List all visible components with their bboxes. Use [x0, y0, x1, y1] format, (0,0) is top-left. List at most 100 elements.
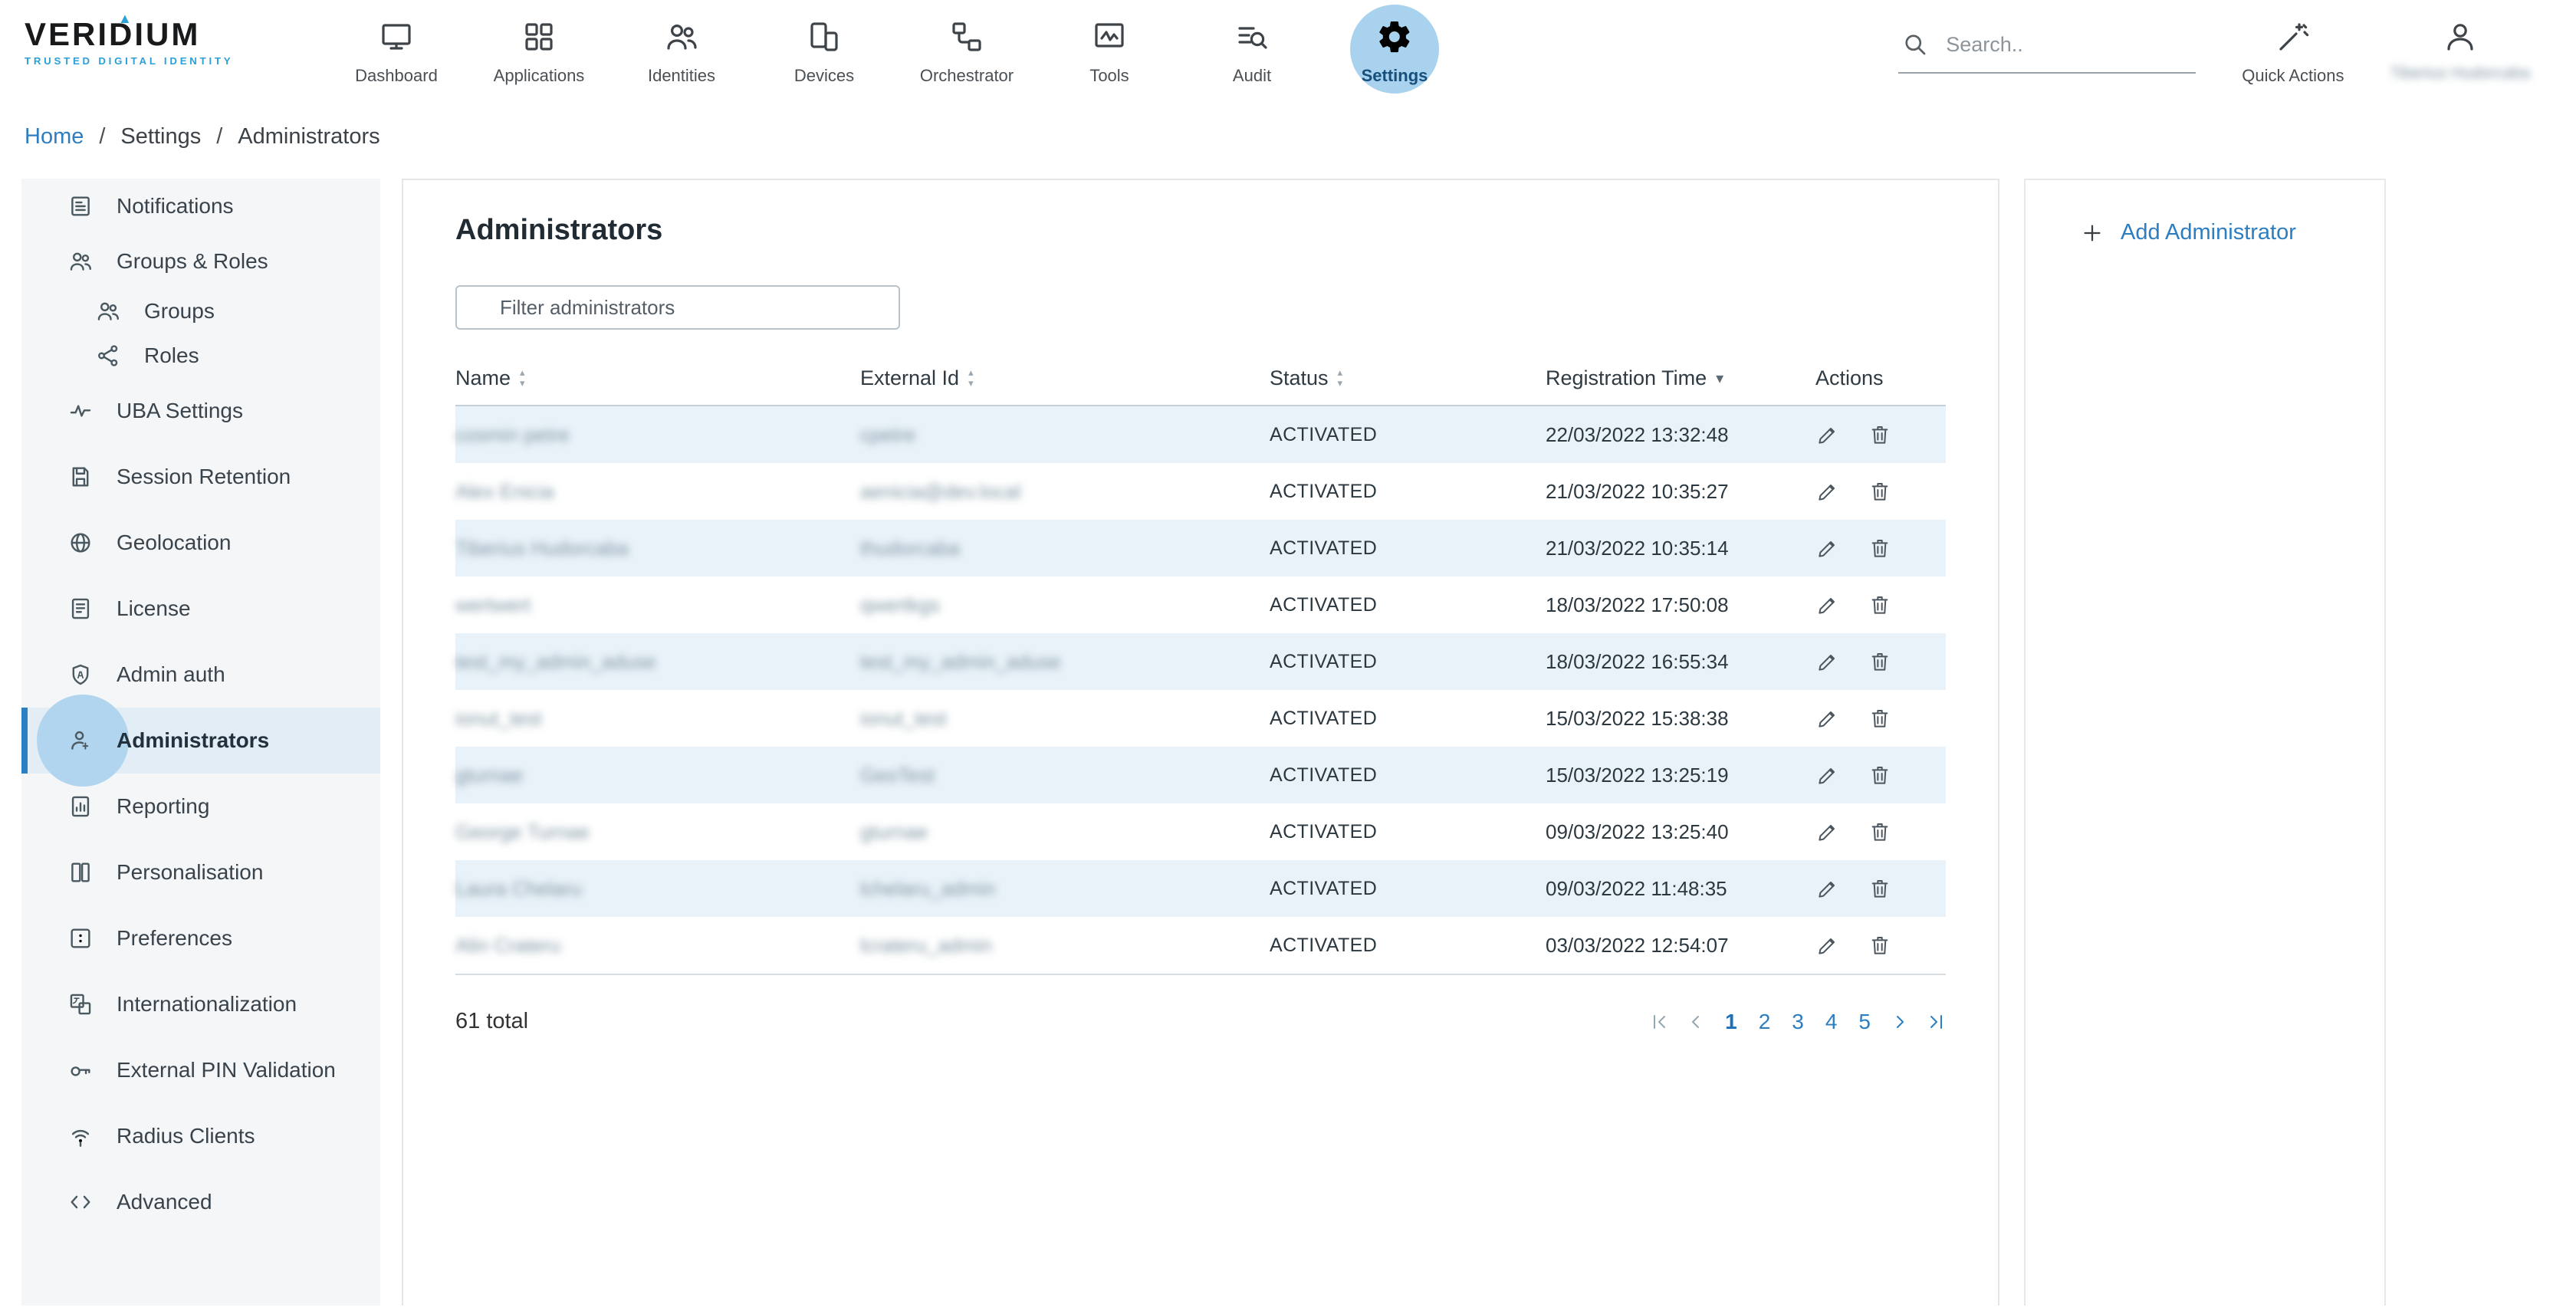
- table-row[interactable]: Tiberius Hudorcaba thudorcaba ACTIVATED …: [455, 520, 1946, 577]
- edit-button[interactable]: [1815, 593, 1840, 617]
- sidebar-item-roles[interactable]: Roles: [21, 333, 380, 378]
- quick-actions-button[interactable]: Quick Actions: [2242, 0, 2344, 86]
- internationalization-icon: [67, 991, 94, 1017]
- delete-button[interactable]: [1868, 649, 1892, 674]
- pencil-icon: [1815, 933, 1840, 958]
- edit-button[interactable]: [1815, 422, 1840, 447]
- edit-button[interactable]: [1815, 933, 1840, 958]
- license-icon: [67, 596, 94, 622]
- sidebar-item-license[interactable]: License: [21, 576, 380, 642]
- table-row[interactable]: Alex Enicia aenicia@dev.local ACTIVATED …: [455, 463, 1946, 520]
- veridium-logo[interactable]: VERIDIUM ▲ TRUSTED DIGITAL IDENTITY: [25, 18, 258, 67]
- sidebar-item-groups[interactable]: Groups: [21, 289, 380, 333]
- first-page-button[interactable]: [1650, 1013, 1668, 1031]
- sidebar-item-radius-clients[interactable]: Radius Clients: [21, 1103, 380, 1169]
- sidebar-item-geolocation[interactable]: Geolocation: [21, 510, 380, 576]
- sidebar-item-label: Reporting: [117, 794, 209, 819]
- sidebar-item-session-retention[interactable]: Session Retention: [21, 444, 380, 510]
- next-page-button[interactable]: [1891, 1013, 1909, 1031]
- sidebar-item-administrators[interactable]: Administrators: [21, 708, 380, 774]
- sidebar-item-internationalization[interactable]: Internationalization: [21, 971, 380, 1037]
- table-row[interactable]: gturnae GeoTest ACTIVATED 15/03/2022 13:…: [455, 747, 1946, 803]
- logo-text: VERIDIUM: [25, 18, 258, 51]
- dashboard-icon: [378, 18, 415, 55]
- page-number-3[interactable]: 3: [1790, 1010, 1806, 1034]
- column-header-name[interactable]: Name ▴▾: [455, 366, 860, 390]
- edit-button[interactable]: [1815, 876, 1840, 901]
- table-row[interactable]: cosmin petre cpetre ACTIVATED 22/03/2022…: [455, 406, 1946, 463]
- page-title: Administrators: [455, 214, 1946, 247]
- breadcrumb-separator: /: [99, 124, 105, 149]
- administrators-icon: [67, 728, 94, 754]
- column-header-external-id[interactable]: External Id ▴▾: [860, 366, 1270, 390]
- column-header-registration-time[interactable]: Registration Time ▾: [1546, 366, 1815, 390]
- preferences-icon: [67, 925, 94, 951]
- nav-item-dashboard[interactable]: Dashboard: [325, 0, 468, 104]
- edit-button[interactable]: [1815, 763, 1840, 787]
- nav-item-settings[interactable]: Settings: [1323, 0, 1466, 104]
- admin-name: Tiberius Hudorcaba: [455, 537, 860, 560]
- sidebar-item-groups-roles[interactable]: Groups & Roles: [21, 234, 380, 289]
- sidebar-item-uba-settings[interactable]: UBA Settings: [21, 378, 380, 444]
- edit-button[interactable]: [1815, 479, 1840, 504]
- sidebar-item-external-pin-validation[interactable]: External PIN Validation: [21, 1037, 380, 1103]
- plus-icon: [2081, 222, 2104, 245]
- nav-item-identities[interactable]: Identities: [610, 0, 753, 104]
- page-number-2[interactable]: 2: [1757, 1010, 1773, 1034]
- nav-item-tools[interactable]: Tools: [1038, 0, 1181, 104]
- user-menu[interactable]: Tiberius Hudorcaba: [2390, 0, 2530, 83]
- page-number-4[interactable]: 4: [1824, 1010, 1839, 1034]
- table-row[interactable]: George Turnae gturnae ACTIVATED 09/03/20…: [455, 803, 1946, 860]
- nav-label: Dashboard: [355, 66, 438, 86]
- trash-icon: [1868, 763, 1892, 787]
- quick-actions-label: Quick Actions: [2242, 66, 2344, 86]
- delete-button[interactable]: [1868, 593, 1892, 617]
- page-number-5[interactable]: 5: [1857, 1010, 1872, 1034]
- admin-external-id: GeoTest: [860, 764, 1270, 787]
- nav-item-applications[interactable]: Applications: [468, 0, 610, 104]
- session-retention-icon: [67, 464, 94, 490]
- nav-item-orchestrator[interactable]: Orchestrator: [895, 0, 1038, 104]
- administrators-panel: Administrators Name ▴▾ External Id ▴▾ St…: [402, 179, 1999, 1306]
- table-row[interactable]: Laura Chelaru lchelaru_admin ACTIVATED 0…: [455, 860, 1946, 917]
- nav-item-audit[interactable]: Audit: [1181, 0, 1323, 104]
- filter-administrators-input[interactable]: [455, 285, 900, 330]
- table-row[interactable]: Alin Crateru lcrateru_admin ACTIVATED 03…: [455, 917, 1946, 974]
- edit-button[interactable]: [1815, 649, 1840, 674]
- sidebar-item-notifications[interactable]: Notifications: [21, 179, 380, 234]
- table-row[interactable]: test_my_admin_aduse test_my_admin_aduse …: [455, 633, 1946, 690]
- edit-button[interactable]: [1815, 536, 1840, 560]
- page-number-1[interactable]: 1: [1723, 1010, 1739, 1034]
- delete-button[interactable]: [1868, 763, 1892, 787]
- edit-button[interactable]: [1815, 820, 1840, 844]
- table-body: cosmin petre cpetre ACTIVATED 22/03/2022…: [455, 406, 1946, 975]
- delete-button[interactable]: [1868, 876, 1892, 901]
- delete-button[interactable]: [1868, 933, 1892, 958]
- previous-page-button[interactable]: [1687, 1013, 1705, 1031]
- sidebar-item-label: Groups: [144, 299, 215, 324]
- delete-button[interactable]: [1868, 479, 1892, 504]
- last-page-button[interactable]: [1927, 1013, 1946, 1031]
- chevron-left-icon: [1687, 1013, 1705, 1031]
- sidebar-item-label: Personalisation: [117, 860, 263, 885]
- breadcrumb-home-link[interactable]: Home: [25, 124, 84, 149]
- table-row[interactable]: ionut_test ionut_test ACTIVATED 15/03/20…: [455, 690, 1946, 747]
- sidebar-item-personalisation[interactable]: Personalisation: [21, 839, 380, 905]
- delete-button[interactable]: [1868, 820, 1892, 844]
- nav-item-devices[interactable]: Devices: [753, 0, 895, 104]
- pencil-icon: [1815, 479, 1840, 504]
- table-row[interactable]: wertwert qwertkgs ACTIVATED 18/03/2022 1…: [455, 577, 1946, 633]
- delete-button[interactable]: [1868, 706, 1892, 731]
- sidebar-item-advanced[interactable]: Advanced: [21, 1169, 380, 1235]
- sidebar-item-preferences[interactable]: Preferences: [21, 905, 380, 971]
- edit-button[interactable]: [1815, 706, 1840, 731]
- add-administrator-button[interactable]: Add Administrator: [2081, 220, 2384, 245]
- sidebar-item-label: Administrators: [117, 728, 269, 753]
- admin-name: George Turnae: [455, 820, 860, 844]
- breadcrumb-settings[interactable]: Settings: [120, 124, 201, 149]
- delete-button[interactable]: [1868, 536, 1892, 560]
- column-header-status[interactable]: Status ▴▾: [1270, 366, 1546, 390]
- search-input[interactable]: [1943, 31, 2171, 58]
- administrators-table: Name ▴▾ External Id ▴▾ Status ▴▾ Registr…: [455, 351, 1946, 975]
- delete-button[interactable]: [1868, 422, 1892, 447]
